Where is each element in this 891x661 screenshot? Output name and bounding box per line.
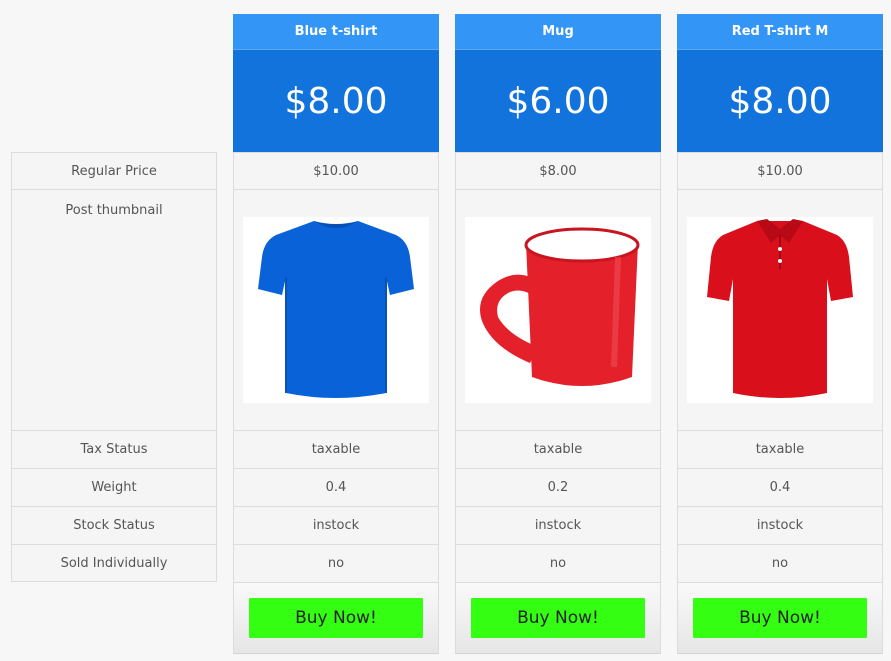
- red-mug-icon: [480, 227, 640, 386]
- product-price: $8.00: [233, 50, 439, 152]
- tax-status-value: taxable: [677, 430, 883, 468]
- weight-value: 0.4: [233, 468, 439, 506]
- buy-row: Buy Now!: [233, 582, 439, 654]
- sold-individually-value: no: [677, 544, 883, 582]
- label-weight: Weight: [11, 468, 217, 506]
- regular-price-value: $8.00: [455, 152, 661, 189]
- label-sold-individually: Sold Individually: [11, 544, 217, 582]
- product-thumbnail[interactable]: [465, 217, 651, 403]
- blue-tshirt-icon: [258, 221, 414, 398]
- sold-individually-value: no: [455, 544, 661, 582]
- post-thumbnail-cell: [677, 189, 883, 430]
- stock-status-value: instock: [233, 506, 439, 544]
- label-regular-price: Regular Price: [11, 152, 217, 189]
- stock-status-value: instock: [455, 506, 661, 544]
- post-thumbnail-cell: [455, 189, 661, 430]
- product-column-red-tshirt: Red T-shirt M $8.00 $10.00 taxable 0.4 i…: [677, 14, 883, 654]
- buy-now-button[interactable]: Buy Now!: [249, 598, 423, 638]
- product-name: Mug: [455, 14, 661, 50]
- tax-status-value: taxable: [233, 430, 439, 468]
- buy-now-button[interactable]: Buy Now!: [471, 598, 645, 638]
- product-name: Blue t-shirt: [233, 14, 439, 50]
- weight-value: 0.4: [677, 468, 883, 506]
- weight-value: 0.2: [455, 468, 661, 506]
- product-thumbnail[interactable]: [243, 217, 429, 403]
- product-column-mug: Mug $6.00 $8.00 taxable 0.2 instock no B…: [455, 14, 661, 654]
- product-name: Red T-shirt M: [677, 14, 883, 50]
- product-price: $6.00: [455, 50, 661, 152]
- regular-price-value: $10.00: [677, 152, 883, 189]
- sold-individually-value: no: [233, 544, 439, 582]
- tax-status-value: taxable: [455, 430, 661, 468]
- label-post-thumbnail: Post thumbnail: [11, 189, 217, 430]
- label-stock-status: Stock Status: [11, 506, 217, 544]
- buy-now-button[interactable]: Buy Now!: [693, 598, 867, 638]
- label-tax-status: Tax Status: [11, 430, 217, 468]
- buy-row: Buy Now!: [677, 582, 883, 654]
- buy-row: Buy Now!: [455, 582, 661, 654]
- product-price: $8.00: [677, 50, 883, 152]
- red-polo-shirt-icon: [707, 219, 853, 398]
- regular-price-value: $10.00: [233, 152, 439, 189]
- product-column-blue-tshirt: Blue t-shirt $8.00 $10.00 taxable 0.4 in…: [233, 14, 439, 654]
- stock-status-value: instock: [677, 506, 883, 544]
- product-thumbnail[interactable]: [687, 217, 873, 403]
- post-thumbnail-cell: [233, 189, 439, 430]
